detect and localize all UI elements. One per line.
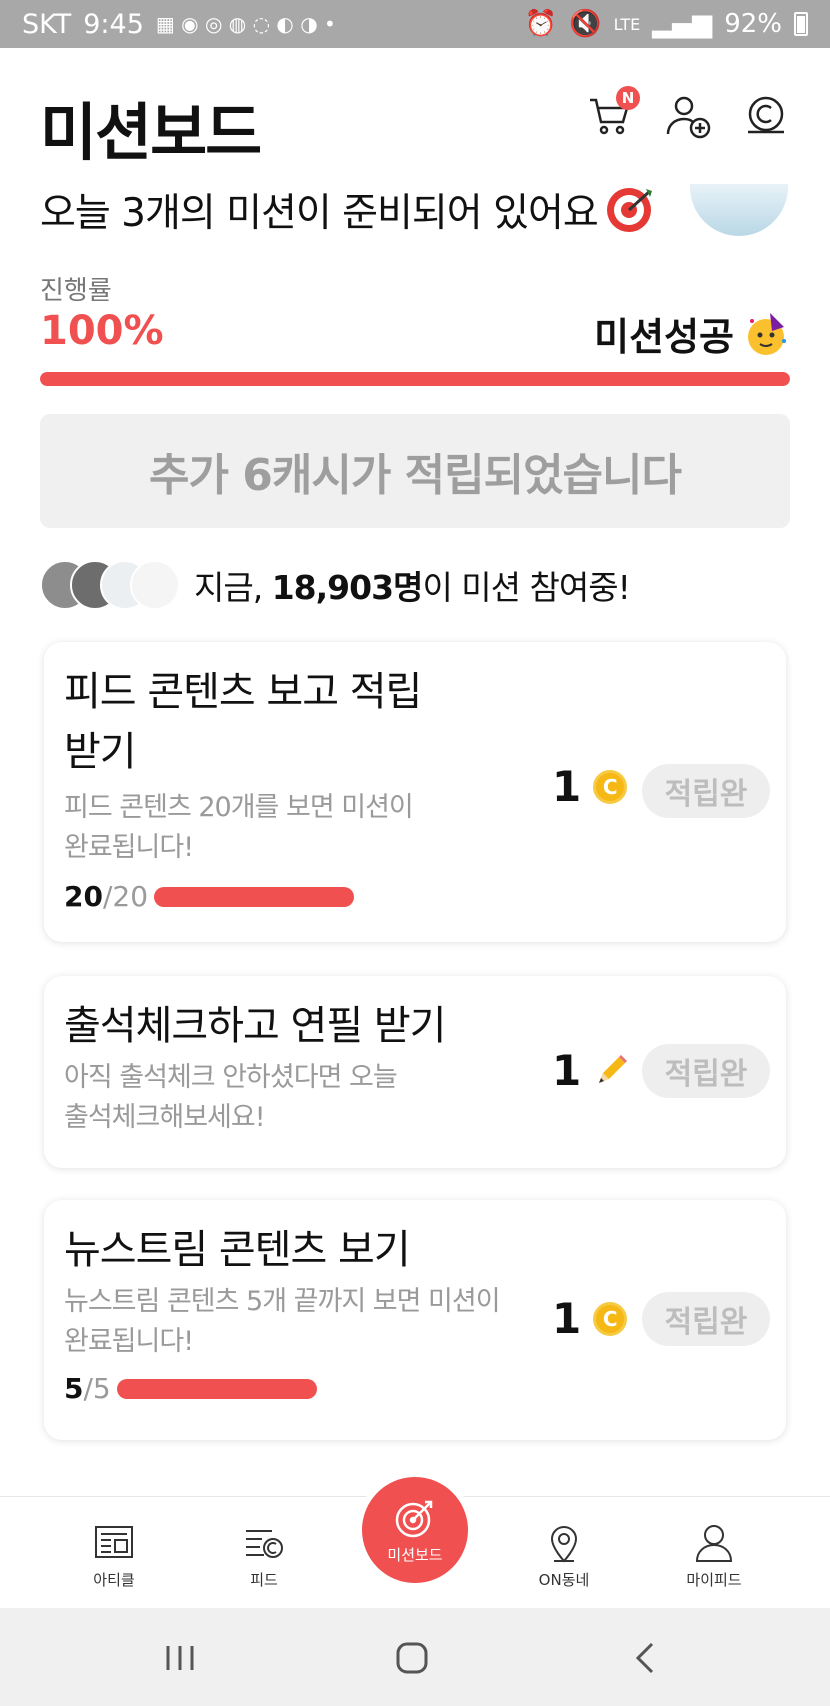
globe-decoration xyxy=(690,184,788,236)
nav-label: 미션보드 xyxy=(387,1545,443,1564)
nav-label: 피드 xyxy=(250,1571,278,1589)
recent-apps-icon[interactable] xyxy=(160,1638,200,1678)
cash-button[interactable] xyxy=(742,92,790,140)
bonus-banner: 추가 6캐시가 적립되었습니다 xyxy=(40,414,790,528)
mission-progress-bar xyxy=(116,1378,317,1399)
mission-desc-line1: 뉴스트림 콘텐츠 5개 끝까지 보면 미션이 xyxy=(64,1286,501,1317)
signal-icon: ▂▄▆ xyxy=(652,9,713,39)
system-navigation-bar xyxy=(0,1608,830,1706)
overall-progress-bar xyxy=(40,372,790,386)
nav-label: 마이피드 xyxy=(686,1571,742,1589)
feed-icon xyxy=(246,1530,283,1558)
progress-total: /5 xyxy=(83,1372,111,1405)
progress-percent: 100% xyxy=(40,308,164,354)
headline-text: 오늘 3개의 미션이 준비되어 있어요 xyxy=(40,191,599,236)
battery-percent: 92% xyxy=(724,9,782,39)
completed-button[interactable]: 적립완 xyxy=(642,764,770,818)
mission-reward: 1 C xyxy=(552,1294,628,1343)
target-dart-icon xyxy=(606,188,652,232)
party-face-icon xyxy=(748,312,786,355)
missionboard-button[interactable]: 미션보드 xyxy=(362,1477,468,1583)
reward-amount: 1 xyxy=(552,1294,582,1343)
target-icon xyxy=(395,1500,433,1537)
progress-label: 진행률 xyxy=(40,276,112,306)
mission-success-status: 미션성공 xyxy=(594,306,790,361)
reward-amount: 1 xyxy=(552,1046,582,1095)
alarm-icon: ⏰ xyxy=(524,9,558,39)
mission-title-line2: 받기 xyxy=(64,729,137,775)
carrier-label: SKT xyxy=(22,8,72,40)
notification-icons: ▦ ◉ ◎ ◍ ◌ ◐ ◑ • xyxy=(155,12,336,36)
network-label: LTE xyxy=(613,14,641,34)
progress-current: 20 xyxy=(64,880,103,913)
status-bar: SKT 9:45 ▦ ◉ ◎ ◍ ◌ ◐ ◑ • ⏰ 🔇 LTE ▂▄▆ 92% xyxy=(0,0,830,48)
article-icon xyxy=(95,1526,133,1558)
mission-description: 피드 콘텐츠 20개를 보면 미션이 완료됩니다! xyxy=(64,788,414,868)
nav-label: 아티클 xyxy=(93,1571,135,1589)
mission-reward: 1 xyxy=(552,1046,629,1095)
clock-time: 9:45 xyxy=(83,8,144,40)
avatar xyxy=(130,560,180,610)
mission-desc-line1: 피드 콘텐츠 20개를 보면 미션이 xyxy=(64,792,414,823)
mission-headline: 오늘 3개의 미션이 준비되어 있어요 xyxy=(40,182,654,238)
mute-icon: 🔇 xyxy=(569,9,602,39)
participants-count: 18,903명 xyxy=(271,568,424,607)
pencil-icon xyxy=(599,1054,628,1083)
mission-desc-line2: 완료됩니다! xyxy=(64,1326,194,1357)
add-person-icon xyxy=(666,96,711,139)
mission-progress: 5 /5 xyxy=(64,1372,317,1405)
overall-progress-fill xyxy=(40,372,790,386)
nav-missionboard[interactable]: 미션보드 xyxy=(356,1471,474,1589)
mission-card-newstream[interactable]: 뉴스트림 콘텐츠 보기 뉴스트림 콘텐츠 5개 끝까지 보면 미션이 완료됩니다… xyxy=(44,1200,786,1440)
new-badge: N xyxy=(616,86,640,110)
nav-myfeed[interactable]: 마이피드 xyxy=(654,1521,774,1590)
person-icon xyxy=(695,1525,733,1562)
participants-row: 지금, 18,903명이 미션 참여중! xyxy=(40,560,631,610)
nav-label: ON동네 xyxy=(538,1571,590,1589)
mission-description: 뉴스트림 콘텐츠 5개 끝까지 보면 미션이 완료됩니다! xyxy=(64,1282,501,1362)
battery-icon xyxy=(794,12,808,36)
nav-neighborhood[interactable]: ON동네 xyxy=(504,1521,624,1590)
nav-article[interactable]: 아티클 xyxy=(54,1521,174,1590)
bottom-navigation: 아티클 피드 미션보드 ON동네 마이피드 xyxy=(0,1471,830,1608)
participants-suffix: 이 미션 참여중! xyxy=(422,568,630,607)
success-label: 미션성공 xyxy=(594,315,734,359)
mission-reward: 1 C xyxy=(552,762,628,811)
reward-amount: 1 xyxy=(552,762,582,811)
coin-icon: C xyxy=(593,1301,628,1336)
cash-coin-icon xyxy=(748,96,784,134)
progress-total: /20 xyxy=(102,880,149,913)
mission-desc-line2: 출석체크해보세요! xyxy=(64,1102,266,1133)
participants-prefix: 지금, xyxy=(194,568,263,607)
mission-desc-line2: 완료됩니다! xyxy=(64,832,194,863)
mission-progress-bar xyxy=(154,886,355,907)
mission-title-line1: 뉴스트림 콘텐츠 보기 xyxy=(64,1227,411,1273)
add-friend-button[interactable] xyxy=(664,92,712,140)
mission-title: 피드 콘텐츠 보고 적립 받기 xyxy=(64,662,422,782)
completed-button[interactable]: 적립완 xyxy=(642,1044,770,1098)
page-title: 미션보드 xyxy=(40,96,262,169)
cart-button[interactable]: N xyxy=(586,86,640,140)
mission-title: 출석체크하고 연필 받기 xyxy=(64,996,446,1056)
completed-button[interactable]: 적립완 xyxy=(642,1292,770,1346)
progress-current: 5 xyxy=(64,1372,84,1405)
home-icon[interactable] xyxy=(392,1638,432,1678)
back-icon[interactable] xyxy=(626,1638,666,1678)
mission-title-line1: 피드 콘텐츠 보고 적립 xyxy=(64,669,422,715)
mission-desc-line1: 아직 출석체크 안하셨다면 오늘 xyxy=(64,1062,398,1093)
nav-feed[interactable]: 피드 xyxy=(204,1521,324,1590)
mission-card-attendance[interactable]: 출석체크하고 연필 받기 아직 출석체크 안하셨다면 오늘 출석체크해보세요! … xyxy=(44,976,786,1168)
mission-progress: 20 /20 xyxy=(64,880,355,913)
coin-icon: C xyxy=(593,769,628,804)
mission-description: 아직 출석체크 안하셨다면 오늘 출석체크해보세요! xyxy=(64,1058,398,1138)
participant-avatars xyxy=(40,560,180,610)
header: 미션보드 N xyxy=(0,48,830,188)
participants-text: 지금, 18,903명이 미션 참여중! xyxy=(194,561,631,609)
header-actions: N xyxy=(586,86,790,140)
mission-card-feed[interactable]: 피드 콘텐츠 보고 적립 받기 피드 콘텐츠 20개를 보면 미션이 완료됩니다… xyxy=(44,642,786,942)
location-pin-icon xyxy=(550,1526,578,1563)
mission-title-line1: 출석체크하고 연필 받기 xyxy=(64,1003,446,1049)
mission-title: 뉴스트림 콘텐츠 보기 xyxy=(64,1220,411,1280)
